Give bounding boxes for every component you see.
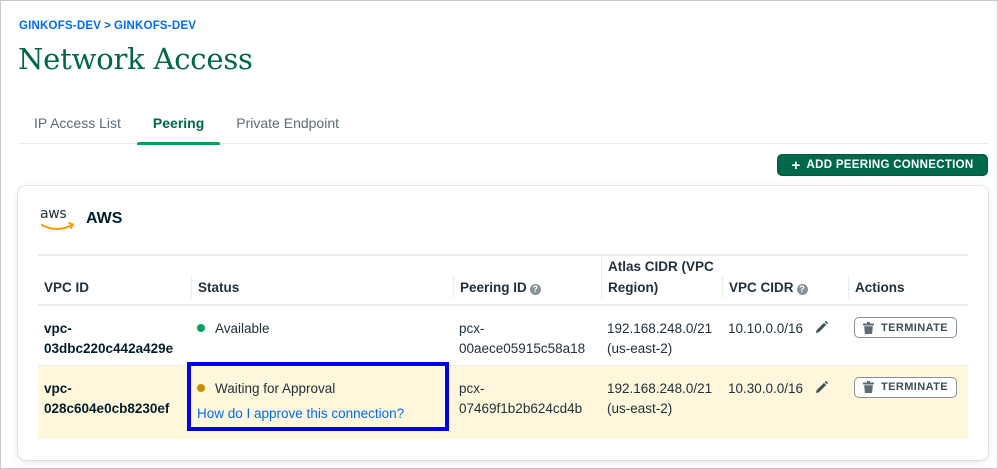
table-row: vpc-028c604e0cb8230ef Waiting for Approv… [38, 365, 968, 439]
vpc-cidr-value: 10.10.0.0/16 [728, 321, 804, 336]
col-header-actions: Actions [848, 254, 968, 306]
table-header-row: VPC ID Status Peering ID? Atlas CIDR (VP… [38, 254, 968, 306]
help-icon[interactable]: ? [796, 284, 808, 295]
aws-smile-icon [41, 222, 74, 230]
peering-id-cell: pcx-00aece05915c58a18 [453, 305, 601, 366]
plus-icon: + [791, 156, 801, 174]
status-text: Available [215, 321, 270, 336]
atlas-cidr-cell: 192.168.248.0/21 (us-east-2) [601, 305, 722, 366]
tab-ip-access-list[interactable]: IP Access List [18, 108, 137, 144]
col-header-vpc-id: VPC ID [38, 254, 191, 306]
col-header-peering-id: Peering ID? [453, 254, 601, 306]
peering-table: VPC ID Status Peering ID? Atlas CIDR (VP… [38, 254, 968, 439]
tab-bar: IP Access List Peering Private Endpoint [18, 108, 988, 145]
vpc-cidr-value: 10.30.0.0/16 [728, 380, 804, 396]
terminate-button[interactable]: TERMINATE [854, 317, 957, 338]
terminate-label: TERMINATE [881, 321, 948, 334]
col-header-status: Status [191, 254, 453, 306]
terminate-button[interactable]: TERMINATE [854, 376, 957, 398]
status-dot-icon [197, 324, 205, 332]
col-header-atlas-cidr: Atlas CIDR (VPC Region) [601, 254, 722, 306]
atlas-cidr-cell: 192.168.248.0/21 (us-east-2) [601, 365, 722, 439]
pencil-icon[interactable] [815, 380, 828, 400]
breadcrumb-org[interactable]: GINKOFS-DEV [19, 20, 101, 32]
terminate-label: TERMINATE [881, 381, 948, 393]
aws-peering-card: aws AWS VPC ID Status Peering ID? Atlas … [18, 186, 988, 460]
tab-private-endpoint[interactable]: Private Endpoint [220, 108, 355, 144]
vpc-cidr-cell: 10.30.0.0/16 [722, 365, 848, 439]
annotation-highlight-box [187, 362, 449, 431]
breadcrumb-separator: > [104, 20, 111, 32]
breadcrumb-project[interactable]: GINKOFS-DEV [114, 20, 196, 32]
page-title: Network Access [18, 42, 253, 76]
status-cell: Available [191, 305, 453, 366]
help-icon[interactable]: ? [529, 284, 541, 295]
vpc-cidr-cell: 10.10.0.0/16 [722, 305, 848, 366]
table-row: vpc-03dbc220c442a429e Available pcx-00ae… [38, 305, 968, 366]
breadcrumb: GINKOFS-DEV > GINKOFS-DEV [19, 20, 196, 32]
add-peering-connection-button[interactable]: + ADD PEERING CONNECTION [777, 154, 988, 176]
peering-id-cell: pcx-07469f1b2b624cd4b [453, 365, 601, 439]
vpc-id-cell: vpc-03dbc220c442a429e [38, 305, 191, 366]
aws-logo: aws [40, 206, 76, 232]
pencil-icon[interactable] [815, 320, 828, 340]
vpc-cidr-label: VPC CIDR [729, 280, 794, 295]
peering-id-label: Peering ID [460, 280, 527, 295]
trash-icon [863, 321, 874, 334]
col-header-vpc-cidr: VPC CIDR? [722, 254, 848, 306]
trash-icon [863, 381, 874, 393]
tab-peering[interactable]: Peering [136, 108, 221, 145]
add-peering-connection-label: ADD PEERING CONNECTION [806, 159, 974, 171]
vpc-id-cell: vpc-028c604e0cb8230ef [38, 365, 191, 439]
actions-cell: TERMINATE [848, 365, 968, 439]
actions-cell: TERMINATE [848, 305, 968, 366]
provider-title: AWS [86, 210, 123, 227]
